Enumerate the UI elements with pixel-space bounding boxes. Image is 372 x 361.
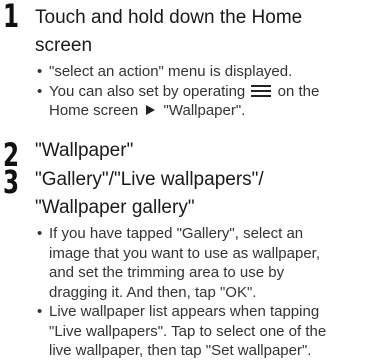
list-item: • You can also set by operating on the H… (37, 82, 372, 121)
bullet-text: "select an action" menu is displayed. (49, 63, 293, 80)
bullet-text: dragging it. And then, tap "OK". (49, 283, 257, 301)
step-title: "Wallpaper" (35, 137, 133, 165)
step-title-line: screen (35, 35, 93, 56)
step-number: 1 (3, 0, 19, 35)
list-item: • If you have tapped "Gallery", select a… (37, 224, 372, 302)
bullet-list: • If you have tapped "Gallery", select a… (37, 224, 372, 361)
right-triangle-arrow-icon (146, 105, 156, 115)
list-item: • "select an action" menu is displayed. (37, 62, 372, 82)
bullet-text: live wallpaper, then tap "Set wallpaper"… (49, 342, 312, 359)
bullet-icon: • (37, 225, 43, 242)
step-title-line: Touch and hold down the Home (35, 7, 303, 28)
bullet-icon: • (37, 303, 43, 320)
bullet-text: "Live wallpapers". Tap to select one of … (49, 322, 327, 340)
bullet-text: image that you want to use as wallpaper, (49, 244, 320, 262)
step-title: "Gallery"/"Live wallpapers"/ "Wallpaper … (35, 166, 264, 222)
step-title: Touch and hold down the Home screen (35, 4, 302, 60)
list-item: • Live wallpaper list appears when tappi… (37, 302, 372, 361)
step-number: 3 (3, 163, 19, 201)
bullet-icon: • (37, 63, 43, 80)
step-title-line: "Wallpaper" (35, 140, 134, 161)
step-title-line: "Wallpaper gallery" (35, 197, 195, 218)
bullet-icon: • (37, 82, 43, 100)
bullet-list: • "select an action" menu is displayed. … (37, 62, 372, 121)
bullet-text: If you have tapped "Gallery", select an (49, 225, 304, 242)
menu-icon (251, 84, 272, 97)
bullet-text: and set the trimming area to use by (49, 264, 285, 281)
bullet-text: Live wallpaper list appears when tapping (49, 303, 320, 320)
bullet-text: on the (277, 82, 320, 100)
bullet-text: Home screen (49, 102, 139, 119)
bullet-text: "Wallpaper". (163, 102, 246, 119)
step-title-line: "Gallery"/"Live wallpapers"/ (35, 169, 264, 190)
bullet-text: You can also set by operating (49, 82, 246, 100)
